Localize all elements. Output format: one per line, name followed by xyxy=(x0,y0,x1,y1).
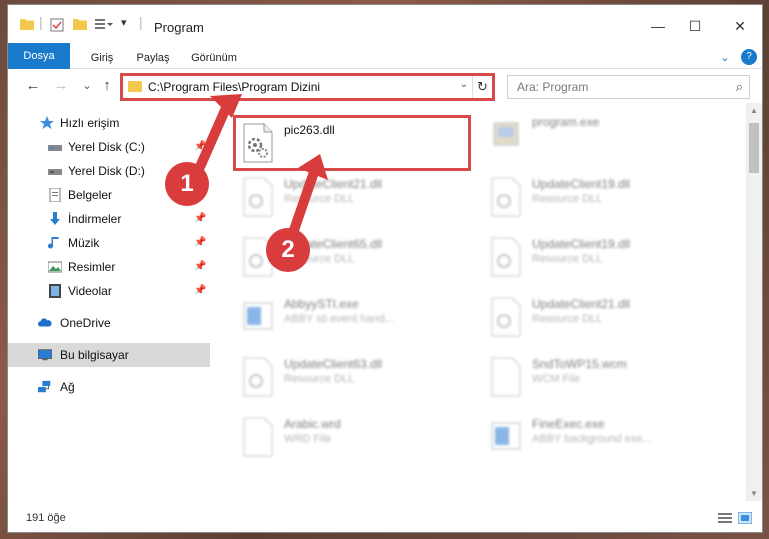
arrow-step-2 xyxy=(287,167,319,241)
annotation-arrows xyxy=(191,94,328,241)
step-marker-1: 1 xyxy=(165,162,209,206)
step-marker-2: 2 xyxy=(266,228,310,272)
